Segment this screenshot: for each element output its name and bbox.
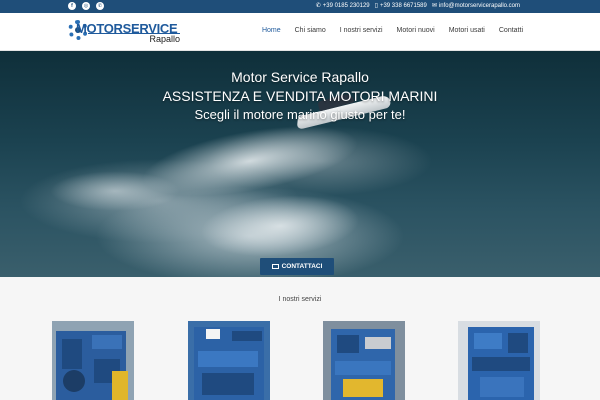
top-contact-bar: f ◎ ✆ ✆ +39 0185 230129 ▯ +39 338 667158… [0,0,600,13]
hero-subtitle: ASSISTENZA E VENDITA MOTORI MARINI [162,88,438,104]
main-navbar: MOTORSERVICE Rapallo Home Chi siamo I no… [0,13,600,51]
logo-sub-text: Rapallo [149,34,180,44]
phone-icon: ✆ [315,3,321,9]
menu-item-home[interactable]: Home [262,27,281,34]
hero-text: Motor Service Rapallo ASSISTENZA E VENDI… [0,69,600,124]
engine-image [52,321,134,400]
facebook-icon[interactable]: f [68,2,76,10]
wake-spray [197,189,363,263]
menu-item-contatti[interactable]: Contatti [499,27,523,34]
service-card-image[interactable] [52,321,134,400]
services-section: I nostri servizi [0,277,600,400]
email-link[interactable]: ✉ info@motorservicerapallo.com [431,2,520,10]
main-menu: Home Chi siamo I nostri servizi Motori n… [262,27,523,34]
services-title: I nostri servizi [278,296,322,303]
phone-landline[interactable]: ✆ +39 0185 230129 [315,2,370,10]
whatsapp-icon[interactable]: ✆ [96,2,104,10]
email-text: info@motorservicerapallo.com [438,2,520,9]
cta-label: CONTATTACI [281,263,323,270]
hero-tagline: Scegli il motore marino giusto per te! [194,107,406,122]
phone1-text: +39 0185 230129 [322,2,370,9]
services-cards [52,321,552,400]
social-links: f ◎ ✆ [68,2,104,10]
menu-item-motori-nuovi[interactable]: Motori nuovi [397,27,435,34]
phone2-text: +39 338 6671589 [379,2,427,9]
envelope-icon: ✉ [431,3,437,9]
hero-title: Motor Service Rapallo [231,69,369,85]
instagram-icon[interactable]: ◎ [82,2,90,10]
contattaci-button[interactable]: CONTATTACI [260,258,334,275]
service-card-image[interactable] [188,321,270,400]
envelope-icon [271,264,279,269]
site-logo[interactable]: MOTORSERVICE Rapallo [68,19,180,45]
service-card-image[interactable] [458,321,540,400]
engine-image [458,321,540,400]
mobile-phone-icon: ▯ [374,3,378,9]
phone-mobile[interactable]: ▯ +39 338 6671589 [374,2,427,10]
contact-info: ✆ +39 0185 230129 ▯ +39 338 6671589 ✉ in… [315,2,520,10]
menu-item-servizi[interactable]: I nostri servizi [340,27,383,34]
service-card-image[interactable] [323,321,405,400]
engine-image [188,321,270,400]
menu-item-motori-usati[interactable]: Motori usati [449,27,485,34]
menu-item-chi-siamo[interactable]: Chi siamo [295,27,326,34]
engine-image [323,321,405,400]
